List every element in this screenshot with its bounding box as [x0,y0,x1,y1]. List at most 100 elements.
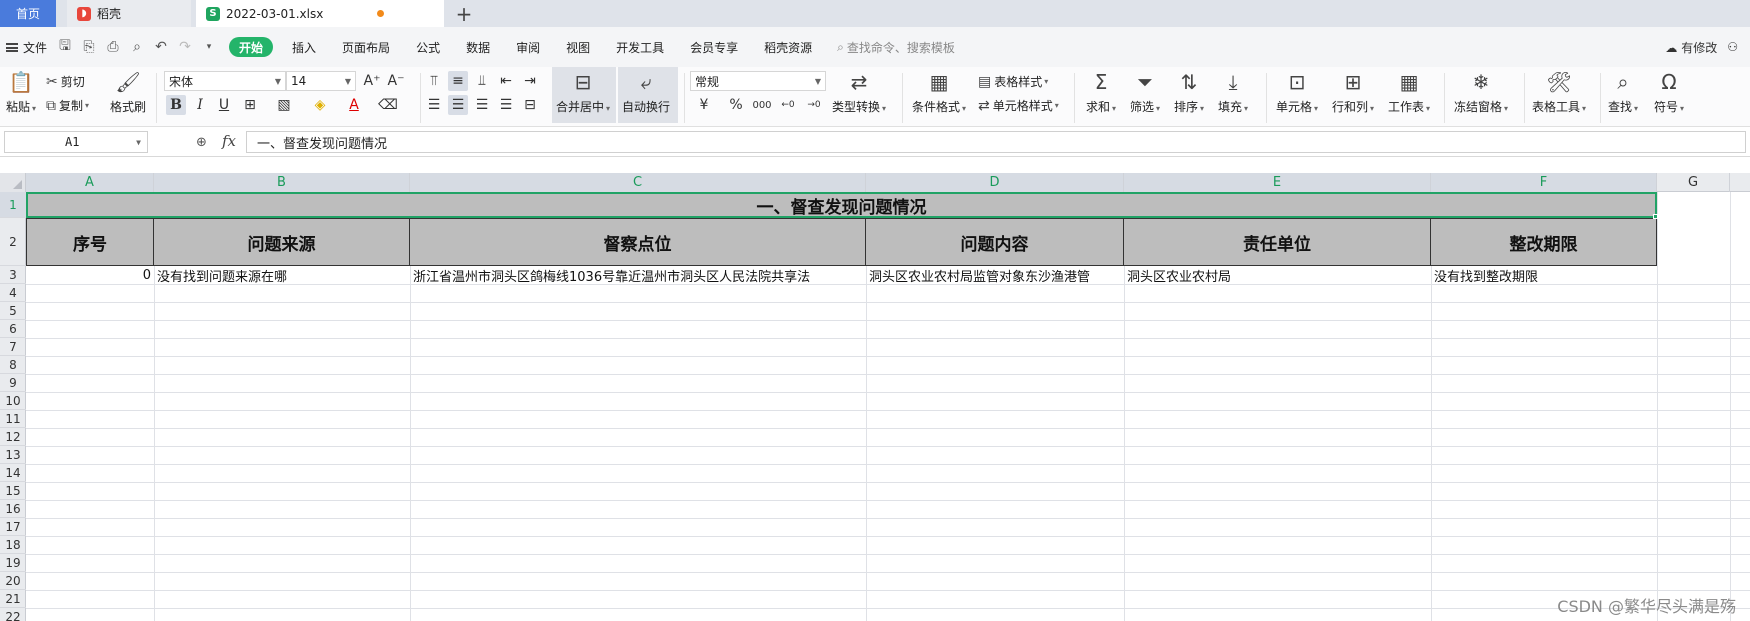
menu-page-layout[interactable]: 页面布局 [329,39,403,56]
column-header-a[interactable]: A [26,173,154,192]
currency-icon[interactable]: ¥ [694,95,714,115]
font-size-select[interactable]: 14 ▼ [286,71,356,91]
align-top-icon[interactable]: ⫪ [424,71,444,91]
symbol-button[interactable]: Ω 符号 ▾ [1654,69,1684,115]
row-header-18[interactable]: 18 [0,536,26,554]
print-icon[interactable]: ⎙ [105,39,121,55]
cell-style-button[interactable]: ⇄ 单元格样式 ▾ [978,97,1059,114]
row-header-7[interactable]: 7 [0,338,26,356]
column-header-b[interactable]: B [154,173,410,192]
row-header-22[interactable]: 22 [0,608,26,621]
cell-e3[interactable]: 洞头区农业农村局 [1124,266,1431,285]
row-header-19[interactable]: 19 [0,554,26,572]
fill-button[interactable]: ⤓ 填充 ▾ [1218,69,1248,115]
merge-center-button[interactable]: ⊟ 合并居中 ▾ [556,69,610,115]
italic-button[interactable]: I [190,95,210,115]
row-header-9[interactable]: 9 [0,374,26,392]
tab-file[interactable]: S 2022-03-01.xlsx [196,0,444,27]
cell-a3[interactable]: 0 [26,266,154,285]
table-tools-button[interactable]: 🛠 表格工具 ▾ [1532,69,1586,115]
align-center-icon[interactable]: ☰ [448,95,468,115]
column-header-c[interactable]: C [410,173,866,192]
increase-indent-icon[interactable]: ⇥ [520,71,540,91]
customize-chevron-icon[interactable]: ▾ [201,39,217,55]
menu-formula[interactable]: 公式 [403,39,453,56]
sum-button[interactable]: Σ 求和 ▾ [1086,69,1116,115]
cell-fill-pattern-icon[interactable]: ▧ [274,95,294,115]
new-tab-button[interactable]: + [452,0,476,27]
save-icon[interactable]: 🖫 [57,38,73,55]
decrease-indent-icon[interactable]: ⇤ [496,71,516,91]
underline-button[interactable]: U [214,95,234,115]
user-icon[interactable]: ⚇ [1727,40,1738,54]
header-cell-content[interactable]: 问题内容 [866,218,1124,266]
header-cell-seq[interactable]: 序号 [26,218,154,266]
export-icon[interactable]: ⎘ [81,39,97,55]
title-cell-a1[interactable]: 一、督查发现问题情况 [26,192,1657,218]
row-col-button[interactable]: ⊞ 行和列 ▾ [1332,69,1374,115]
zoom-search-icon[interactable]: ⊕ [196,135,207,150]
menu-home[interactable]: 开始 [229,37,274,57]
align-left-icon[interactable]: ☰ [424,95,444,115]
undo-icon[interactable]: ↶ [153,39,169,55]
column-header-f[interactable]: F [1431,173,1657,192]
worksheet-button[interactable]: ▦ 工作表 ▾ [1388,69,1430,115]
row-header-15[interactable]: 15 [0,482,26,500]
cloud-sync[interactable]: ☁ 有修改 [1665,39,1717,56]
copy-button[interactable]: ⧉ 复制 ▾ [46,97,89,114]
justify-icon[interactable]: ☰ [496,95,516,115]
paste-button[interactable]: 📋 粘贴 ▾ [6,69,36,115]
table-style-button[interactable]: ▤ 表格样式 ▾ [978,73,1048,90]
row-header-13[interactable]: 13 [0,446,26,464]
filter-button[interactable]: ⏷ 筛选 ▾ [1130,69,1160,115]
increase-font-icon[interactable]: A⁺ [362,71,382,91]
row-header-12[interactable]: 12 [0,428,26,446]
border-icon[interactable]: ⊞ [240,95,260,115]
fill-color-icon[interactable]: ◈ [310,95,330,115]
sort-button[interactable]: ⇅ 排序 ▾ [1174,69,1204,115]
wrap-text-button[interactable]: ⤶ 自动换行 [622,69,670,115]
cell-button[interactable]: ⊡ 单元格 ▾ [1276,69,1318,115]
row-header-2[interactable]: 2 [0,218,26,266]
row-header-5[interactable]: 5 [0,302,26,320]
header-cell-location[interactable]: 督察点位 [410,218,866,266]
menu-daoke-resources[interactable]: 稻壳资源 [751,39,825,56]
row-header-17[interactable]: 17 [0,518,26,536]
row-header-11[interactable]: 11 [0,410,26,428]
decrease-font-icon[interactable]: A⁻ [386,71,406,91]
menu-view[interactable]: 视图 [553,39,603,56]
name-box[interactable]: A1 ▼ [4,131,148,153]
row-header-3[interactable]: 3 [0,266,26,284]
find-button[interactable]: ⌕ 查找 ▾ [1608,69,1638,115]
formula-input[interactable]: 一、督查发现问题情况 [246,131,1746,153]
align-right-icon[interactable]: ☰ [472,95,492,115]
redo-icon[interactable]: ↷ [177,39,193,55]
row-header-1[interactable]: 1 [0,192,26,218]
increase-decimal-icon[interactable]: ←0 [778,95,798,115]
menu-member[interactable]: 会员专享 [677,39,751,56]
conditional-format-button[interactable]: ▦ 条件格式 ▾ [912,69,966,115]
tab-daoke[interactable]: ◗ 稻壳 [67,0,191,27]
decrease-decimal-icon[interactable]: →0 [804,95,824,115]
fill-handle[interactable] [1653,214,1658,219]
column-header-g[interactable]: G [1657,173,1730,192]
freeze-panes-button[interactable]: ❄ 冻结窗格 ▾ [1454,69,1508,115]
fx-icon[interactable]: fx [222,132,236,150]
row-header-16[interactable]: 16 [0,500,26,518]
font-color-icon[interactable]: A [344,95,364,115]
align-middle-icon[interactable]: ≡ [448,71,468,91]
menu-developer[interactable]: 开发工具 [603,39,677,56]
menu-insert[interactable]: 插入 [279,39,329,56]
type-convert-button[interactable]: ⇄ 类型转换 ▾ [832,69,886,115]
row-header-14[interactable]: 14 [0,464,26,482]
command-search[interactable]: ⌕ 查找命令、搜索模板 [837,39,955,56]
header-cell-source[interactable]: 问题来源 [154,218,410,266]
percent-button[interactable]: % [726,95,746,115]
font-name-select[interactable]: 宋体 ▼ [164,71,286,91]
thousands-button[interactable]: 000 [752,95,772,115]
clear-format-icon[interactable]: ⌫ [378,95,398,115]
print-preview-icon[interactable]: ⌕ [129,39,145,55]
column-header-d[interactable]: D [866,173,1124,192]
row-header-10[interactable]: 10 [0,392,26,410]
bold-button[interactable]: B [166,95,186,115]
